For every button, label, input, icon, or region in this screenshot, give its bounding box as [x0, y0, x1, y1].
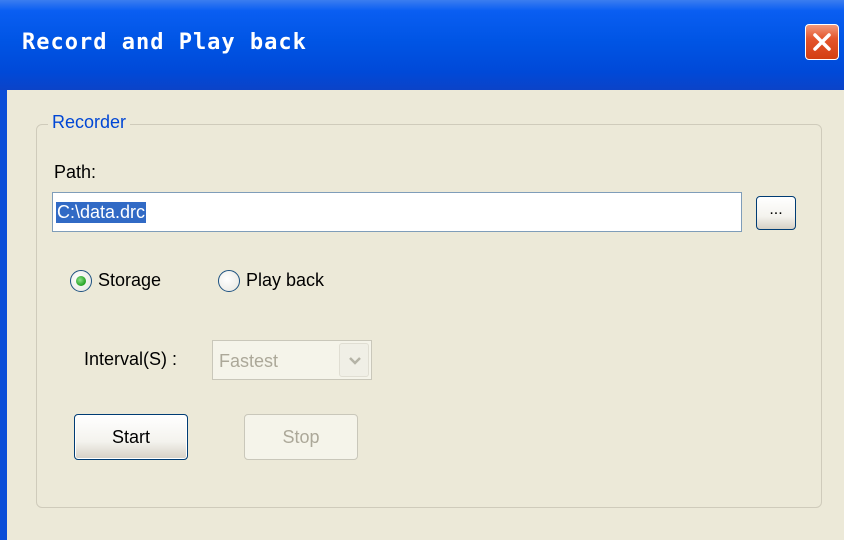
recorder-group-label: Recorder [48, 112, 131, 133]
interval-select[interactable]: Fastest [212, 340, 372, 380]
playback-radio[interactable] [218, 270, 240, 292]
chevron-down-icon [349, 357, 361, 365]
start-button[interactable]: Start [74, 414, 188, 460]
close-icon [813, 33, 831, 51]
radio-selected-dot [76, 276, 86, 286]
window-left-border [0, 90, 7, 540]
dropdown-arrow[interactable] [339, 343, 369, 377]
path-input-value: C:\data.drc [56, 202, 147, 223]
browse-button[interactable]: ... [756, 196, 796, 230]
title-bar[interactable]: Record and Play back [0, 0, 844, 90]
window-title: Record and Play back [22, 30, 307, 55]
storage-radio-label[interactable]: Storage [98, 270, 161, 291]
interval-select-value: Fastest [219, 351, 279, 371]
interval-label: Interval(S) : [84, 349, 178, 369]
dialog-window: Record and Play back Recorder Path: C:\d… [0, 0, 844, 540]
stop-button[interactable]: Stop [244, 414, 358, 460]
close-button[interactable] [805, 24, 839, 60]
playback-radio-label[interactable]: Play back [246, 270, 324, 291]
storage-radio[interactable] [70, 270, 92, 292]
path-label: Path: [54, 162, 97, 182]
path-input[interactable]: C:\data.drc [52, 192, 742, 232]
